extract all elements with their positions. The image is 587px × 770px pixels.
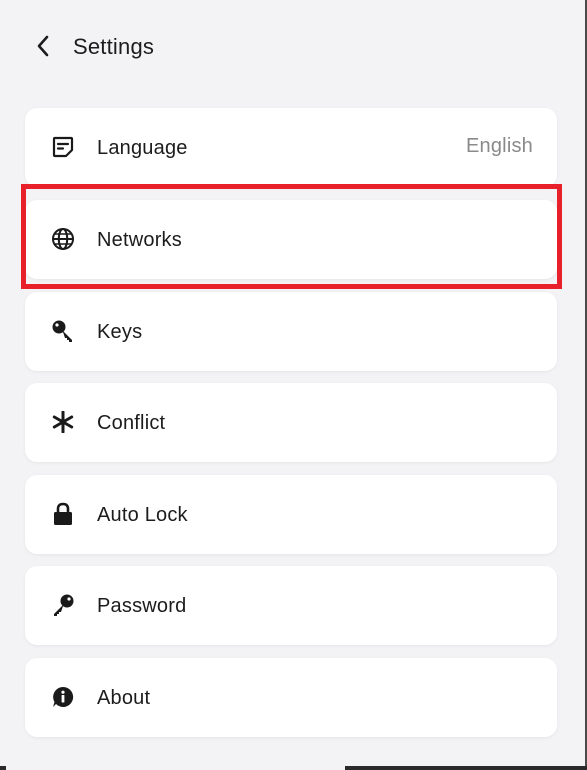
settings-item-label: Networks xyxy=(97,229,182,251)
page-title: Settings xyxy=(73,34,155,59)
lock-icon xyxy=(51,502,75,526)
settings-item-label: Keys xyxy=(97,321,143,343)
settings-item-label: About xyxy=(97,687,151,709)
settings-page: Settings Language English Networks Keys … xyxy=(0,0,587,770)
chevron-left-icon xyxy=(36,34,50,63)
settings-item-label: Language xyxy=(97,137,188,159)
settings-item-conflict[interactable]: Conflict xyxy=(25,383,557,462)
note-icon xyxy=(51,135,75,159)
globe-icon xyxy=(51,227,75,251)
back-button[interactable] xyxy=(30,34,56,62)
settings-item-label: Auto Lock xyxy=(97,504,188,526)
key-icon xyxy=(51,319,75,343)
settings-item-language[interactable]: Language English xyxy=(25,108,557,187)
asterisk-icon xyxy=(51,410,75,434)
window-edge xyxy=(0,766,6,770)
info-icon xyxy=(51,685,75,709)
language-value: English xyxy=(466,135,533,157)
header: Settings xyxy=(0,0,587,96)
settings-item-about[interactable]: About xyxy=(25,658,557,737)
settings-item-networks[interactable]: Networks xyxy=(25,200,557,279)
settings-item-auto-lock[interactable]: Auto Lock xyxy=(25,475,557,554)
settings-item-keys[interactable]: Keys xyxy=(25,292,557,371)
window-edge xyxy=(345,766,587,770)
settings-item-label: Conflict xyxy=(97,412,166,434)
settings-item-label: Password xyxy=(97,595,187,617)
settings-item-password[interactable]: Password xyxy=(25,566,557,645)
password-key-icon xyxy=(51,593,75,617)
